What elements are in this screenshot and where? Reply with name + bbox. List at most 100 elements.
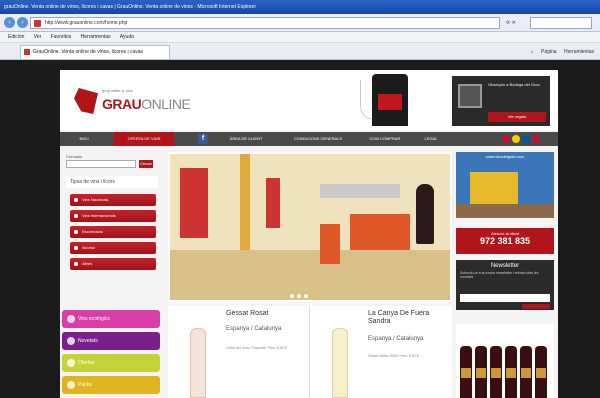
tab-title: GrauOnline. Venta online de vinos, licor… <box>33 49 144 55</box>
hero-counter <box>350 214 410 250</box>
address-bar: ‹ › http://www.grauonline.com/home.php ⟳… <box>0 14 600 32</box>
sidebar: Cercador Cercar Tipus de vins i licors V… <box>60 152 164 398</box>
nav-item-legal[interactable]: LEGAL <box>416 132 446 146</box>
nav-item-oferta[interactable]: OFERTA DE VINS <box>114 132 174 146</box>
flag-icon[interactable] <box>512 135 520 143</box>
category-altres[interactable]: Altres <box>70 258 156 270</box>
slide-dot[interactable] <box>290 294 294 298</box>
product-title[interactable]: Gessat Rosat <box>226 310 306 318</box>
bottle-label <box>378 94 402 110</box>
window-titlebar: grauOnline. Venta online de vinos, licor… <box>0 0 600 14</box>
flag-icon[interactable] <box>532 135 540 143</box>
logo-mark-icon <box>74 88 98 114</box>
building-ground <box>456 204 554 218</box>
product-detail: Celler del Grau. Empordà. Preu: 6,50 € <box>226 346 287 350</box>
product-detail: Vinyes Velles 2009. Preu: 9,90 € <box>368 354 419 358</box>
logo-tagline: grup celler & vins <box>102 88 133 93</box>
bottle-image <box>505 346 517 398</box>
phone-number: 972 381 835 <box>479 236 531 246</box>
bottle-image <box>520 346 532 398</box>
product-card[interactable]: Gessat Rosat Espanya / Catalunya Celler … <box>168 306 308 398</box>
command-bar: ⌂ Página Herramientas <box>525 47 594 57</box>
product-bottle-image[interactable] <box>190 328 206 398</box>
sidebar-heading: Tipus de vins i licors <box>66 176 158 188</box>
category-alcohol[interactable]: Alcohol <box>70 242 156 254</box>
hero-shelf <box>266 178 280 228</box>
main-nav: INICI OFERTA DE VINS f ÀREA DE CLIENT CO… <box>60 132 558 146</box>
url-text: http://www.grauonline.com/home.php <box>45 20 128 26</box>
forward-icon[interactable]: › <box>17 17 28 28</box>
gift-image <box>458 84 482 108</box>
refresh-icon[interactable]: ⟳ ✕ <box>506 17 516 29</box>
gift-promo: Obsequio a Bodega del Grau Ver regalo <box>452 76 550 126</box>
tab-bar: GrauOnline. Venta online de vinos, licor… <box>0 43 600 60</box>
customer-phone-box: Atenció al client 972 381 835 <box>456 228 554 254</box>
facebook-icon[interactable]: f <box>198 134 208 144</box>
nav-item-area-client[interactable]: ÀREA DE CLIENT <box>218 132 274 146</box>
product-origin: Espanya / Catalunya <box>226 326 282 332</box>
back-icon[interactable]: ‹ <box>4 17 15 28</box>
url-field[interactable]: http://www.grauonline.com/home.php <box>30 17 500 29</box>
hero-shelf <box>180 168 208 238</box>
hero-counter <box>320 224 340 264</box>
website: grup celler & vins GRAUONLINE Obsequio a… <box>60 70 558 398</box>
window-title: grauOnline. Venta online de vinos, licor… <box>4 4 256 10</box>
gift-button[interactable]: Ver regalo <box>488 112 546 122</box>
category-vins-internacionals[interactable]: Vins Internacionals <box>70 210 156 222</box>
hero-slideshow[interactable] <box>168 152 452 302</box>
product-title[interactable]: La Canya De Fuera Sandra <box>368 310 448 326</box>
page-icon <box>34 20 41 27</box>
promo-packs[interactable]: Packs <box>62 376 160 394</box>
category-vins-nacionals[interactable]: Vins Nacionals <box>70 194 156 206</box>
product-card[interactable]: La Canya De Fuera Sandra Espanya / Catal… <box>310 306 450 398</box>
nav-item-condicions[interactable]: CONDICIONS GENERALS <box>282 132 354 146</box>
hero-shelf <box>320 184 400 198</box>
newsletter-title: Newsletter <box>490 263 520 269</box>
command-tools[interactable]: Herramientas <box>564 49 594 55</box>
right-column: www.vinsdelgrau.com Atenció al client 97… <box>456 152 554 398</box>
home-icon[interactable]: ⌂ <box>531 49 534 55</box>
search-label: Cercador <box>66 154 83 159</box>
hero-floor <box>170 250 450 300</box>
flag-icon[interactable] <box>522 135 530 143</box>
product-bottle-image[interactable] <box>332 328 348 398</box>
shop-building-image[interactable]: www.vinsdelgrau.com <box>456 152 554 218</box>
slide-dot[interactable] <box>297 294 301 298</box>
menu-item[interactable]: Edición <box>8 34 24 40</box>
tab-favicon-icon <box>24 49 30 55</box>
newsletter-email-input[interactable] <box>460 294 550 302</box>
featured-products: Gessat Rosat Espanya / Catalunya Celler … <box>168 306 452 398</box>
browser-search-input[interactable] <box>530 17 592 29</box>
language-flags <box>502 135 542 145</box>
newsletter-box: Newsletter Subscriu-te a la nostra newsl… <box>456 260 554 310</box>
bottles-promo-image[interactable] <box>456 324 554 398</box>
promo-novetats[interactable]: Novetats <box>62 332 160 350</box>
menu-item[interactable]: Ver <box>34 34 42 40</box>
site-search-input[interactable] <box>66 160 136 168</box>
command-page[interactable]: Página <box>541 49 557 55</box>
slideshow-dots[interactable] <box>290 294 311 300</box>
site-header: grup celler & vins GRAUONLINE Obsequio a… <box>60 70 558 130</box>
slide-dot[interactable] <box>304 294 308 298</box>
menu-item[interactable]: Favoritos <box>51 34 72 40</box>
bottle-image <box>490 346 502 398</box>
menu-item[interactable]: Ayuda <box>120 34 134 40</box>
bottle-image <box>475 346 487 398</box>
browser-tab[interactable]: GrauOnline. Venta online de vinos, licor… <box>20 45 170 59</box>
bottle-image <box>535 346 547 398</box>
newsletter-submit-button[interactable] <box>522 304 550 309</box>
menu-item[interactable]: Herramientas <box>81 34 111 40</box>
nav-item-inici[interactable]: INICI <box>66 132 102 146</box>
promo-ecologics[interactable]: Vins ecològics <box>62 310 160 328</box>
site-search-button[interactable]: Cercar <box>139 160 153 168</box>
site-logo[interactable]: grup celler & vins GRAUONLINE <box>74 84 194 120</box>
building-caption: www.vinsdelgrau.com <box>485 154 525 159</box>
bottle-banner-image <box>372 74 408 126</box>
flag-icon[interactable] <box>502 135 510 143</box>
promo-ofertes[interactable]: Ofertes <box>62 354 160 372</box>
category-escumosos[interactable]: Escumosos <box>70 226 156 238</box>
nav-item-com-comprar[interactable]: COM COMPRAR <box>360 132 410 146</box>
bottle-image <box>460 346 472 398</box>
building-facade <box>470 172 518 206</box>
hero-person <box>416 184 434 244</box>
